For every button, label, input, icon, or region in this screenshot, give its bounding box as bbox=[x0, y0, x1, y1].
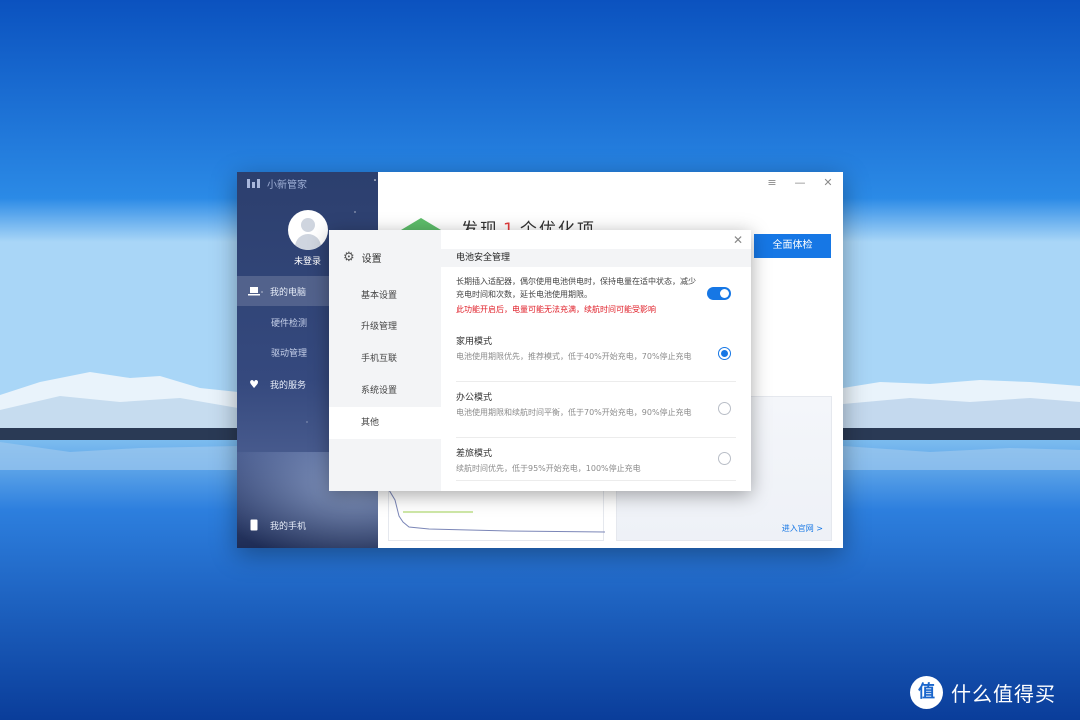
avatar[interactable] bbox=[288, 210, 328, 250]
divider bbox=[456, 381, 736, 382]
radio-office-mode[interactable] bbox=[718, 402, 731, 415]
dialog-close-icon[interactable]: ✕ bbox=[733, 233, 743, 247]
headline-suffix: 个优化项 bbox=[519, 220, 596, 230]
settings-nav-phone-link[interactable]: 手机互联 bbox=[329, 343, 441, 375]
close-icon[interactable]: ✕ bbox=[821, 176, 835, 189]
sidebar-item-my-phone[interactable]: 我的手机 bbox=[237, 510, 378, 540]
settings-nav: ⚙ 设置 基本设置 升级管理 手机互联 系统设置 其他 bbox=[329, 230, 441, 491]
sidebar-item-label: 我的服务 bbox=[270, 380, 307, 391]
sidebar-item-label: 驱动管理 bbox=[271, 348, 308, 359]
watermark-logo: 值 bbox=[910, 676, 943, 709]
radio-home-mode[interactable] bbox=[718, 347, 731, 360]
mode-home: 家用模式 电池使用期限优先，推荐模式，低于40%开始充电，70%停止充电 bbox=[456, 334, 736, 363]
official-site-link[interactable]: 进入官网 > bbox=[782, 523, 823, 534]
laptop-icon bbox=[248, 285, 260, 297]
watermark: 值 什么值得买 bbox=[910, 676, 1056, 709]
phone-icon bbox=[248, 519, 260, 531]
sidebar-item-label: 硬件检测 bbox=[271, 318, 308, 329]
mode-title: 办公模式 bbox=[456, 393, 493, 403]
settings-title: ⚙ 设置 bbox=[343, 250, 382, 265]
app-logo-icon bbox=[247, 179, 261, 188]
settings-nav-upgrade[interactable]: 升级管理 bbox=[329, 311, 441, 343]
app-title-text: 小新管家 bbox=[267, 180, 307, 191]
mode-desc: 电池使用期限和续航时间平衡，低于70%开始充电，90%停止充电 bbox=[456, 408, 692, 417]
mode-desc: 电池使用期限优先，推荐模式，低于40%开始充电，70%停止充电 bbox=[456, 352, 692, 361]
full-scan-button[interactable]: 全面体检 bbox=[754, 234, 831, 258]
headline-prefix: 发现 bbox=[461, 220, 499, 230]
mode-travel: 差旅模式 续航时间优先，低于95%开始充电，100%停止充电 bbox=[456, 446, 736, 475]
shield-icon bbox=[401, 218, 441, 230]
battery-protection-toggle[interactable] bbox=[707, 287, 731, 300]
mode-office: 办公模式 电池使用期限和续航时间平衡，低于70%开始充电，90%停止充电 bbox=[456, 390, 736, 419]
divider bbox=[456, 437, 736, 438]
settings-title-text: 设置 bbox=[361, 254, 382, 265]
settings-content: ✕ 电池安全管理 长期插入适配器，偶尔使用电池供电时，保持电量在适中状态，减少充… bbox=[441, 230, 751, 491]
window-controls: ≡ — ✕ bbox=[765, 176, 835, 189]
heart-icon: ♥ bbox=[249, 377, 259, 391]
settings-nav-system[interactable]: 系统设置 bbox=[329, 375, 441, 407]
battery-section-title: 电池安全管理 bbox=[441, 249, 751, 267]
app-title: 小新管家 bbox=[247, 176, 307, 191]
settings-nav-basic[interactable]: 基本设置 bbox=[329, 280, 441, 312]
scan-headline: 发现 1 个优化项 bbox=[461, 216, 596, 230]
minimize-icon[interactable]: — bbox=[793, 176, 807, 189]
divider bbox=[456, 480, 736, 481]
sidebar-item-label: 我的电脑 bbox=[270, 287, 307, 298]
settings-nav-other[interactable]: 其他 bbox=[329, 407, 441, 439]
mode-desc: 续航时间优先，低于95%开始充电，100%停止充电 bbox=[456, 464, 641, 473]
headline-count: 1 bbox=[503, 220, 516, 230]
battery-warning: 此功能开启后，电量可能无法充满，续航时间可能受影响 bbox=[456, 305, 656, 314]
menu-icon[interactable]: ≡ bbox=[765, 176, 779, 189]
mode-title: 家用模式 bbox=[456, 337, 493, 347]
watermark-text: 什么值得买 bbox=[951, 682, 1056, 706]
mode-title: 差旅模式 bbox=[456, 449, 493, 459]
sidebar-item-label: 我的手机 bbox=[270, 521, 307, 532]
settings-dialog: ⚙ 设置 基本设置 升级管理 手机互联 系统设置 其他 ✕ 电池安全管理 长期插… bbox=[329, 230, 751, 491]
gear-icon: ⚙ bbox=[343, 250, 355, 265]
battery-description: 长期插入适配器，偶尔使用电池供电时，保持电量在适中状态，减少充电时间和次数，延长… bbox=[456, 277, 696, 299]
radio-travel-mode[interactable] bbox=[718, 452, 731, 465]
